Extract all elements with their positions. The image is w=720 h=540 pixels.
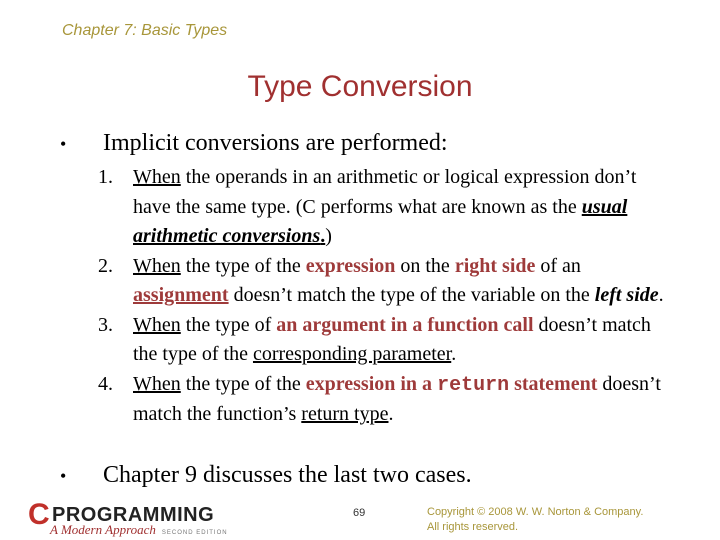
item-number: 1.: [98, 166, 113, 188]
item-text: the type of the: [180, 372, 306, 395]
logo-subtitle-text: A Modern Approach: [50, 522, 156, 537]
list-item: 3. When the type of an argument in a fun…: [98, 311, 678, 370]
conversion-cases-list: 1. When the operands in an arithmetic or…: [98, 163, 678, 430]
keyword-when: When: [133, 166, 181, 188]
item-text: the operands in an arithmetic or logical…: [133, 166, 637, 218]
term-left-side: left side: [594, 284, 659, 306]
term-argument-in-function-call: an argument in a function call: [276, 313, 534, 336]
copyright: Copyright © 2008 W. W. Norton & Company.…: [427, 505, 643, 535]
item-text: .: [451, 343, 457, 365]
chapter-heading: Chapter 7: Basic Types: [62, 22, 228, 39]
bullet-icon: •: [60, 466, 67, 486]
list-item: 1. When the operands in an arithmetic or…: [98, 163, 678, 252]
list-item: 4. When the type of the expression in a …: [98, 370, 678, 430]
item-number: 2.: [98, 254, 113, 277]
item-text: .: [388, 403, 394, 425]
keyword-when: When: [133, 254, 181, 277]
item-text: .: [658, 284, 664, 306]
item-text: the type of: [180, 313, 277, 336]
logo-c-letter: C: [28, 498, 50, 531]
term-expression: expression: [305, 254, 396, 277]
item-number: 4.: [98, 372, 113, 395]
item-text: doesn’t match the type of the variable o…: [228, 284, 595, 306]
item-text: the type of the: [180, 254, 306, 277]
bullet-text: Implicit conversions are performed:: [103, 130, 448, 156]
slide-title: Type Conversion: [0, 70, 720, 104]
list-item: 2. When the type of the expression on th…: [98, 252, 678, 311]
term-return-type: return type: [301, 403, 389, 425]
bullet-icon: •: [60, 134, 67, 154]
code-return: return: [437, 373, 510, 397]
term-corresponding-parameter: corresponding parameter: [252, 343, 452, 365]
page-number: 69: [353, 507, 366, 519]
item-text: of an: [535, 254, 581, 277]
book-logo: C PROGRAMMING A Modern Approach SECOND ED…: [28, 500, 278, 540]
item-number: 3.: [98, 313, 113, 336]
logo-edition: SECOND EDITION: [161, 530, 228, 536]
item-text: on the: [395, 254, 455, 277]
term-right-side: right side: [454, 254, 536, 277]
term-statement: statement: [509, 372, 598, 395]
term-assignment: assignment: [133, 284, 229, 306]
copyright-line-2: All rights reserved.: [427, 521, 519, 533]
copyright-line-1: Copyright © 2008 W. W. Norton & Company.: [427, 506, 644, 518]
term-expression-in-a: expression in a: [305, 372, 438, 395]
keyword-when: When: [133, 313, 181, 336]
item-text: ): [325, 225, 332, 247]
slide-title-text: Type Conversion: [247, 70, 473, 103]
logo-subtitle: A Modern Approach SECOND EDITION: [50, 522, 228, 538]
keyword-when: When: [133, 372, 181, 395]
bullet-text: Chapter 9 discusses the last two cases.: [103, 462, 472, 488]
